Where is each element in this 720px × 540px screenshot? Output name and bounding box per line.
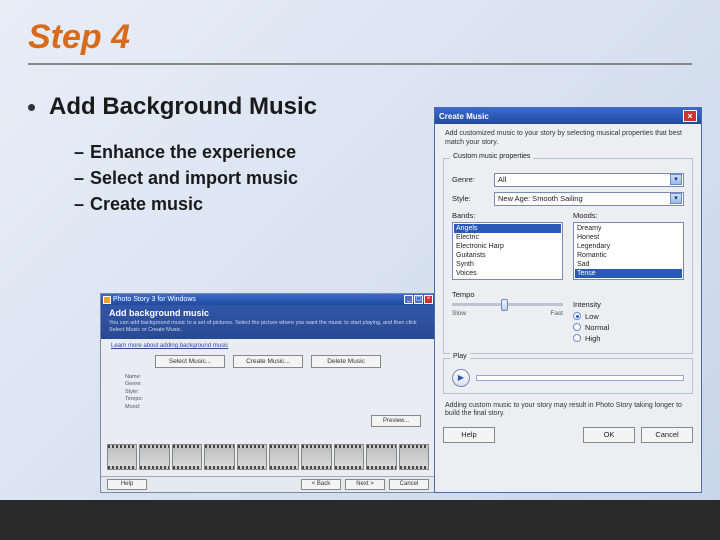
thumbnail[interactable] [334,444,364,470]
dialog-title: Create Music [439,112,489,121]
help-button[interactable]: Help [107,479,147,490]
maximize-icon[interactable]: ▢ [414,295,423,304]
learn-more-link[interactable]: Learn more about adding background music [111,343,425,349]
bands-listbox[interactable]: Angels Electric Electronic Harp Guitaris… [452,222,563,280]
info-style: Style: [125,389,425,396]
info-genre: Genre: [125,381,425,388]
thumbnail[interactable] [139,444,169,470]
intensity-high-radio[interactable]: High [573,334,684,343]
group-label: Custom music properties [450,153,533,160]
close-icon[interactable]: × [683,110,697,122]
thumbnail[interactable] [172,444,202,470]
next-button[interactable]: Next > [345,479,385,490]
tempo-fast-label: Fast [550,310,563,317]
slider-thumb[interactable] [501,299,508,311]
minimize-icon[interactable]: _ [404,295,413,304]
info-mood: Mood: [125,404,425,411]
info-name: Name: [125,374,425,381]
dialog-buttons: Help OK Cancel [435,423,701,449]
thumbnail[interactable] [399,444,429,470]
thumbnail[interactable] [366,444,396,470]
play-progress[interactable] [476,375,684,381]
dialog-desc: Add customized music to your story by se… [435,124,701,154]
tempo-slow-label: Slow [452,310,466,317]
sub-bullet-3-text: Create music [90,194,203,214]
chevron-down-icon: ▾ [670,174,682,185]
list-item[interactable]: Legendary [575,242,682,251]
help-button[interactable]: Help [443,427,495,443]
play-group: Play ▶ [443,358,693,394]
genre-select[interactable]: All ▾ [494,173,684,187]
slide-footer [0,500,720,540]
info-tempo: Tempo: [125,396,425,403]
sub-bullet-2-text: Select and import music [90,168,298,188]
thumbnail[interactable] [107,444,137,470]
wizard-titlebar: Photo Story 3 for Windows _ ▢ × [101,294,435,305]
app-icon [103,296,111,304]
thumbnail[interactable] [301,444,331,470]
wizard-window: Photo Story 3 for Windows _ ▢ × Add back… [100,293,436,493]
style-label: Style: [452,194,494,203]
list-item[interactable]: Electronic Harp [454,242,561,251]
filmstrip[interactable] [107,444,429,470]
list-item[interactable]: Dreamy [575,224,682,233]
moods-listbox[interactable]: Dreamy Honest Legendary Romantic Sad Ten… [573,222,684,280]
bullet-dot-icon [28,104,35,111]
play-button[interactable]: ▶ [452,369,470,387]
list-item[interactable]: Synth [454,260,561,269]
bands-label: Bands: [452,211,563,220]
genre-label: Genre: [452,175,494,184]
wizard-title: Photo Story 3 for Windows [113,296,196,303]
intensity-low-text: Low [585,312,599,321]
list-item[interactable]: Sad [575,260,682,269]
tempo-label: Tempo [452,290,563,299]
cancel-button[interactable]: Cancel [641,427,693,443]
dialog-note: Adding custom music to your story may re… [435,398,701,424]
radio-icon [573,312,581,320]
preview-button[interactable]: Preview... [371,415,421,427]
genre-value: All [498,175,506,184]
close-icon[interactable]: × [424,295,433,304]
style-value: New Age: Smooth Sailing [498,194,583,203]
wizard-banner: Add background music You can add backgro… [101,305,435,339]
create-music-button[interactable]: Create Music... [233,355,303,368]
intensity-label: Intensity [573,300,684,309]
radio-icon [573,323,581,331]
list-item[interactable]: Voices [454,269,561,278]
select-music-button[interactable]: Select Music... [155,355,225,368]
sub-bullet-1-text: Enhance the experience [90,142,296,162]
list-item[interactable]: Guitarists [454,251,561,260]
list-item[interactable]: Electric [454,233,561,242]
back-button[interactable]: < Back [301,479,341,490]
intensity-low-radio[interactable]: Low [573,312,684,321]
intensity-normal-radio[interactable]: Normal [573,323,684,332]
style-select[interactable]: New Age: Smooth Sailing ▾ [494,192,684,206]
intensity-normal-text: Normal [585,323,609,332]
wizard-heading: Add background music [109,308,427,318]
slide-title: Step 4 [0,0,720,57]
list-item[interactable]: Romantic [575,251,682,260]
thumbnail[interactable] [269,444,299,470]
tempo-slider[interactable] [452,303,563,306]
dialog-titlebar: Create Music × [435,108,701,124]
thumbnail[interactable] [204,444,234,470]
music-info: Name: Genre: Style: Tempo: Mood: [125,374,425,411]
list-item[interactable]: Angels [454,224,561,233]
cancel-button[interactable]: Cancel [389,479,429,490]
ok-button[interactable]: OK [583,427,635,443]
radio-icon [573,334,581,342]
list-item[interactable]: Tense [575,269,682,278]
wizard-desc: You can add background music to a set of… [109,320,427,333]
chevron-down-icon: ▾ [670,193,682,204]
list-item[interactable]: Honest [575,233,682,242]
music-properties-group: Custom music properties Genre: All ▾ Sty… [443,158,693,354]
thumbnail[interactable] [237,444,267,470]
delete-music-button[interactable]: Delete Music [311,355,381,368]
play-label: Play [450,353,470,360]
wizard-nav: Help < Back Next > Cancel [101,476,435,492]
create-music-dialog: Create Music × Add customized music to y… [434,107,702,493]
intensity-high-text: High [585,334,600,343]
bullet-main-text: Add Background Music [49,93,317,121]
moods-label: Moods: [573,211,684,220]
